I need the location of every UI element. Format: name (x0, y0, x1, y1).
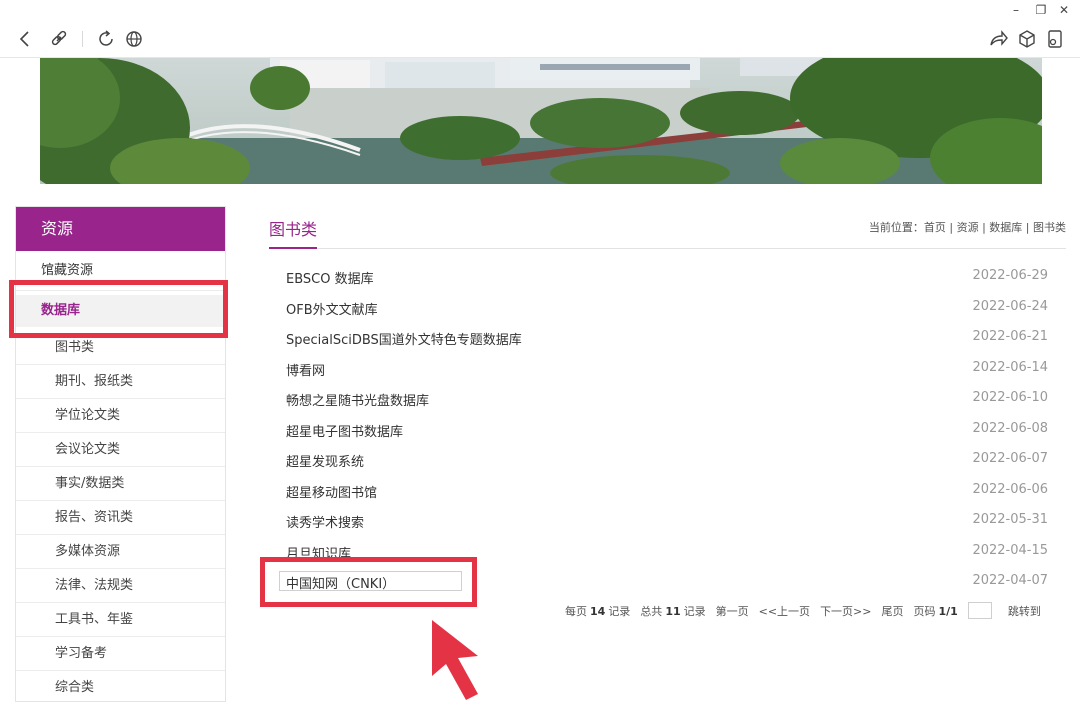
jump-button[interactable]: 跳转到 (1008, 603, 1041, 619)
first-page-link[interactable]: 第一页 (716, 603, 749, 619)
sidebar-header: 资源 (16, 207, 225, 251)
item-date: 2022-04-15 (972, 542, 1048, 558)
title-underline (269, 247, 317, 249)
breadcrumb: 当前位置：首页 | 资源 | 数据库 | 图书类 (868, 221, 1066, 234)
sidebar-item-multimedia[interactable]: 多媒体资源 (16, 535, 225, 569)
share-icon[interactable] (987, 28, 1009, 50)
prev-page-link[interactable]: <<上一页 (759, 603, 810, 619)
item-date: 2022-06-24 (972, 298, 1048, 314)
list-item[interactable]: 畅想之星随书光盘数据库 2022-06-10 (286, 383, 1048, 414)
sidebar-item-exam-prep[interactable]: 学习备考 (16, 637, 225, 671)
sidebar-item-reports[interactable]: 报告、资讯类 (16, 501, 225, 535)
list-item[interactable]: 读秀学术搜索 2022-05-31 (286, 505, 1048, 536)
next-page-link[interactable]: 下一页>> (820, 603, 871, 619)
item-date: 2022-06-14 (972, 359, 1048, 375)
pointer-arrow-icon (420, 618, 500, 708)
sidebar-item-journals[interactable]: 期刊、报纸类 (16, 365, 225, 399)
list-item[interactable]: EBSCO 数据库 2022-06-29 (286, 261, 1048, 292)
item-title[interactable]: 读秀学术搜索 (286, 512, 364, 531)
item-title[interactable]: 超星移动图书馆 (286, 482, 377, 501)
sidebar-item-general[interactable]: 综合类 (16, 671, 225, 705)
list-item[interactable]: 博看网 2022-06-14 (286, 353, 1048, 384)
cnki-highlight-box (260, 557, 477, 607)
total-info: 总共 11 记录 (640, 604, 706, 618)
globe-icon[interactable] (123, 28, 145, 50)
back-icon[interactable] (14, 28, 36, 50)
page-jump-input[interactable] (967, 602, 992, 619)
sidebar-item-reference[interactable]: 工具书、年鉴 (16, 603, 225, 637)
sidebar-item-conference[interactable]: 会议论文类 (16, 433, 225, 467)
page-title: 图书类 (269, 220, 318, 239)
item-title[interactable]: 超星电子图书数据库 (286, 421, 403, 440)
item-date: 2022-05-31 (972, 512, 1048, 527)
title-divider (269, 248, 1066, 249)
close-button[interactable]: ✕ (1052, 2, 1076, 18)
item-title[interactable]: 博看网 (286, 360, 325, 379)
list-item[interactable]: 超星电子图书数据库 2022-06-08 (286, 414, 1048, 445)
sidebar-item-law[interactable]: 法律、法规类 (16, 569, 225, 603)
sidebar-item-theses[interactable]: 学位论文类 (16, 399, 225, 433)
bookmark-icon[interactable] (1044, 28, 1066, 50)
item-date: 2022-06-29 (972, 268, 1048, 283)
item-date: 2022-06-07 (972, 451, 1048, 466)
item-date: 2022-06-21 (972, 329, 1048, 344)
per-page-info: 每页 14 记录 (565, 604, 631, 618)
page-number: 页码 1/1 (913, 604, 958, 618)
list-item[interactable]: 超星移动图书馆 2022-06-06 (286, 475, 1048, 506)
toolbar-divider (82, 31, 83, 47)
list-item[interactable]: 超星发现系统 2022-06-07 (286, 444, 1048, 475)
sidebar-item-facts-data[interactable]: 事实/数据类 (16, 467, 225, 501)
refresh-icon[interactable] (95, 28, 117, 50)
item-title[interactable]: OFB外文文献库 (286, 299, 378, 318)
list-item[interactable]: SpecialSciDBS国道外文特色专题数据库 2022-06-21 (286, 322, 1048, 353)
item-title[interactable]: SpecialSciDBS国道外文特色专题数据库 (286, 329, 522, 348)
campus-banner-image (40, 58, 1042, 184)
minimize-button[interactable]: – (1004, 2, 1028, 18)
item-date: 2022-06-08 (972, 420, 1048, 436)
item-title[interactable]: 畅想之星随书光盘数据库 (286, 390, 429, 409)
link-icon[interactable] (48, 28, 70, 50)
cube-icon[interactable] (1016, 28, 1038, 50)
item-date: 2022-04-07 (972, 573, 1048, 588)
browser-toolbar: – ❐ ✕ (0, 0, 1080, 58)
restore-button[interactable]: ❐ (1029, 2, 1053, 18)
item-title[interactable]: 超星发现系统 (286, 451, 364, 470)
last-page-link[interactable]: 尾页 (882, 603, 904, 619)
database-highlight-box (9, 280, 228, 338)
item-date: 2022-06-10 (972, 390, 1048, 405)
item-date: 2022-06-06 (972, 481, 1048, 497)
resource-list: EBSCO 数据库 2022-06-29 OFB外文文献库 2022-06-24 S… (286, 261, 1048, 597)
list-item[interactable]: OFB外文文献库 2022-06-24 (286, 292, 1048, 323)
item-title[interactable]: EBSCO 数据库 (286, 268, 374, 287)
sidebar-sub-list: 图书类 期刊、报纸类 学位论文类 会议论文类 事实/数据类 报告、资讯类 多媒体… (16, 331, 225, 705)
pagination: 每页 14 记录 总共 11 记录 第一页 <<上一页 下一页>> 尾页 页码 1/1 跳… (565, 602, 1051, 619)
